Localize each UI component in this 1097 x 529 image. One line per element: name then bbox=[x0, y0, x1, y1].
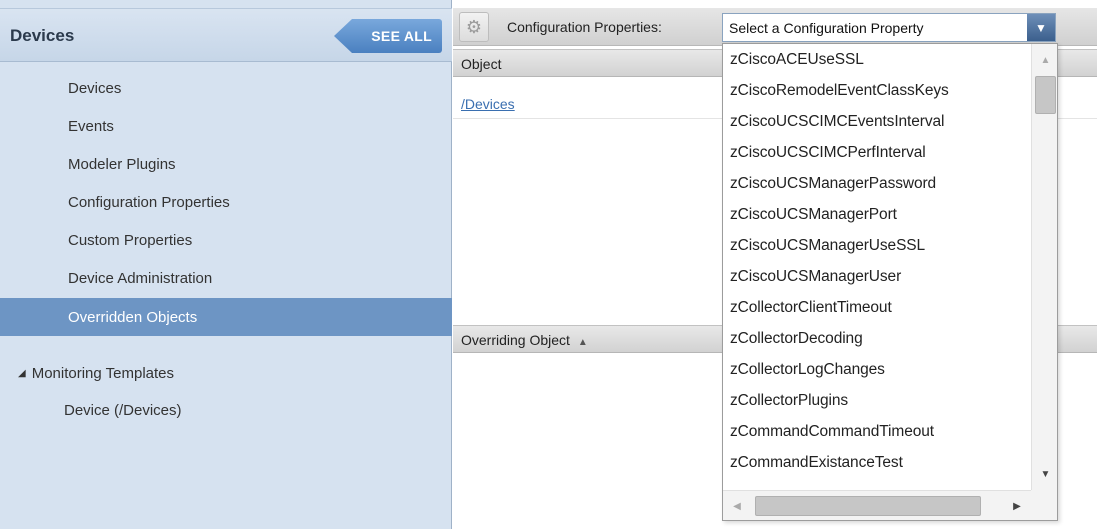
template-item-device[interactable]: Device (/Devices) bbox=[0, 393, 452, 427]
sort-ascending-icon: ▲ bbox=[577, 337, 588, 348]
dropdown-option[interactable]: zCommandCommandTimeout bbox=[723, 416, 1031, 447]
dropdown-option[interactable]: zCiscoACEUseSSL bbox=[723, 44, 1031, 75]
monitoring-templates-group[interactable]: ◢ Monitoring Templates bbox=[0, 355, 452, 391]
scroll-up-icon[interactable]: ▲ bbox=[1032, 48, 1057, 72]
dropdown-option[interactable]: zCollectorDecoding bbox=[723, 323, 1031, 354]
sidebar-header: Devices SEE ALL bbox=[0, 8, 452, 62]
triangle-expanded-icon: ◢ bbox=[18, 367, 26, 379]
app-window: Devices SEE ALL Devices Events Modeler P… bbox=[0, 0, 1097, 529]
scroll-left-icon[interactable]: ◀ bbox=[725, 491, 749, 520]
overriding-header-label: Overriding Object bbox=[461, 332, 570, 348]
dropdown-option[interactable]: zCiscoRemodelEventClassKeys bbox=[723, 75, 1031, 106]
sidebar-item-custom-properties[interactable]: Custom Properties bbox=[0, 221, 452, 259]
config-property-dropdown[interactable]: zCiscoACEUseSSL zCiscoRemodelEventClassK… bbox=[722, 43, 1058, 521]
dropdown-option[interactable]: zCiscoUCSCIMCPerfInterval bbox=[723, 137, 1031, 168]
dropdown-option[interactable]: zCiscoUCSManagerUseSSL bbox=[723, 230, 1031, 261]
gear-button[interactable]: ⚙ bbox=[459, 12, 489, 42]
config-property-select[interactable]: Select a Configuration Property ▼ bbox=[722, 13, 1056, 42]
monitoring-templates-label: Monitoring Templates bbox=[31, 364, 174, 382]
sidebar-item-overridden-objects[interactable]: Overridden Objects bbox=[0, 298, 452, 336]
sidebar: Devices SEE ALL Devices Events Modeler P… bbox=[0, 0, 452, 529]
chevron-down-icon[interactable]: ▼ bbox=[1027, 14, 1055, 41]
gear-icon: ⚙ bbox=[465, 16, 483, 37]
sidebar-item-device-administration[interactable]: Device Administration bbox=[0, 259, 452, 297]
object-header-label: Object bbox=[461, 56, 502, 72]
sidebar-item-modeler-plugins[interactable]: Modeler Plugins bbox=[0, 145, 452, 183]
horizontal-scroll-thumb[interactable] bbox=[755, 496, 981, 516]
dropdown-option[interactable]: zCollectorLogChanges bbox=[723, 354, 1031, 385]
vertical-scroll-thumb[interactable] bbox=[1035, 76, 1056, 114]
vertical-scrollbar[interactable]: ▲ ▼ bbox=[1031, 44, 1057, 490]
see-all-button[interactable]: SEE ALL bbox=[334, 19, 442, 53]
horizontal-scrollbar[interactable]: ◀ ▶ bbox=[723, 490, 1031, 520]
dropdown-option[interactable]: zCiscoUCSCIMCEventsInterval bbox=[723, 106, 1031, 137]
scroll-down-icon[interactable]: ▼ bbox=[1032, 462, 1057, 486]
sidebar-title: Devices bbox=[10, 26, 75, 45]
dropdown-option[interactable]: zCiscoUCSManagerPassword bbox=[723, 168, 1031, 199]
devices-link[interactable]: /Devices bbox=[461, 96, 515, 112]
dropdown-option[interactable]: zCiscoUCSManagerUser bbox=[723, 261, 1031, 292]
toolbar: ⚙ Configuration Properties: Select a Con… bbox=[453, 8, 1097, 46]
config-properties-label: Configuration Properties: bbox=[507, 19, 662, 35]
dropdown-option[interactable]: zCiscoUCSManagerPort bbox=[723, 199, 1031, 230]
dropdown-option[interactable]: zCommandExistanceTest bbox=[723, 447, 1031, 478]
sidebar-item-devices[interactable]: Devices bbox=[0, 69, 452, 107]
sidebar-item-events[interactable]: Events bbox=[0, 107, 452, 145]
scroll-right-icon[interactable]: ▶ bbox=[1005, 491, 1029, 520]
dropdown-option[interactable]: zCollectorPlugins bbox=[723, 385, 1031, 416]
sidebar-item-configuration-properties[interactable]: Configuration Properties bbox=[0, 183, 452, 221]
dropdown-list: zCiscoACEUseSSL zCiscoRemodelEventClassK… bbox=[723, 44, 1031, 490]
dropdown-option[interactable]: zCollectorClientTimeout bbox=[723, 292, 1031, 323]
select-value: Select a Configuration Property bbox=[729, 20, 924, 36]
scrollbar-corner bbox=[1031, 490, 1057, 520]
